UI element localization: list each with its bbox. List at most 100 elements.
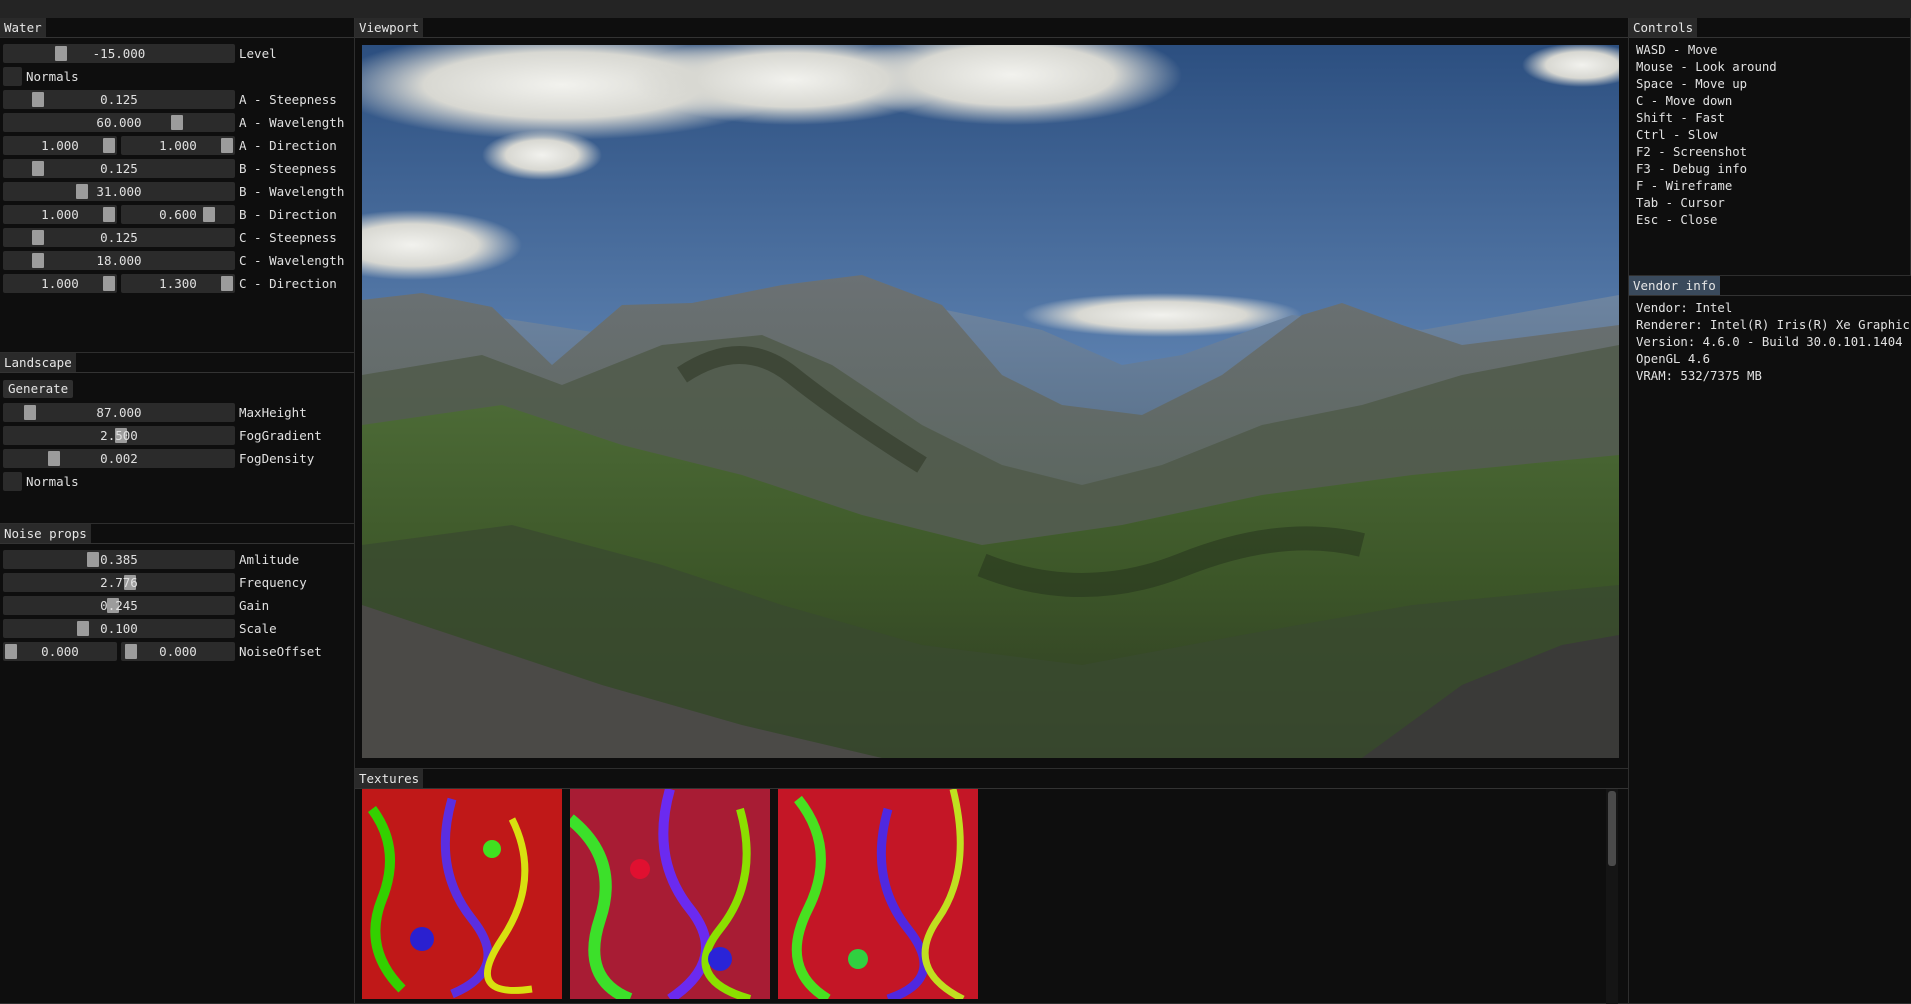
slider-grab[interactable]: [32, 253, 44, 268]
landscape-panel-title[interactable]: Landscape: [0, 353, 76, 372]
slider-value: 0.385: [100, 552, 138, 567]
slider-value: 2.776: [100, 575, 138, 590]
slider-value: 0.125: [100, 230, 138, 245]
vendor-line: Renderer: Intel(R) Iris(R) Xe Graphics: [1636, 318, 1911, 332]
max-height-slider[interactable]: 87.000: [3, 403, 235, 422]
slider-value: 1.000: [41, 276, 79, 291]
vendor-line: VRAM: 532/7375 MB: [1636, 369, 1762, 383]
slider-value: 60.000: [96, 115, 142, 130]
water-panel: Water -15.000 Level Normals 0.125 A - St…: [0, 18, 355, 353]
landscape-panel: Landscape Generate 87.000 MaxHeight 2.50…: [0, 353, 355, 524]
slider-value: 0.002: [100, 451, 138, 466]
b-wavelength-label: B - Wavelength: [239, 184, 345, 199]
c-steepness-slider[interactable]: 0.125: [3, 228, 235, 247]
gain-slider[interactable]: 0.245: [3, 596, 235, 615]
noise-panel-title[interactable]: Noise props: [0, 524, 91, 543]
slider-grab[interactable]: [32, 92, 44, 107]
fog-density-label: FogDensity: [239, 451, 315, 466]
a-wavelength-slider[interactable]: 60.000: [3, 113, 235, 132]
c-direction-label: C - Direction: [239, 276, 337, 291]
b-wavelength-slider[interactable]: 31.000: [3, 182, 235, 201]
a-direction-y-slider[interactable]: 1.000: [121, 136, 235, 155]
c-steepness-row: 0.125 C - Steepness: [3, 228, 353, 247]
water-normals-checkbox[interactable]: [3, 67, 22, 86]
slider-grab[interactable]: [103, 276, 115, 291]
slider-grab[interactable]: [221, 138, 233, 153]
vendor-line: OpenGL 4.6: [1636, 352, 1711, 366]
slider-grab[interactable]: [32, 230, 44, 245]
slider-value: 87.000: [96, 405, 142, 420]
terrain-render[interactable]: [362, 45, 1619, 758]
b-direction-row: 1.000 0.600 B - Direction: [3, 205, 353, 224]
slider-grab[interactable]: [77, 621, 89, 636]
scale-slider[interactable]: 0.100: [3, 619, 235, 638]
slider-grab[interactable]: [48, 451, 60, 466]
b-steepness-label: B - Steepness: [239, 161, 337, 176]
b-steepness-row: 0.125 B - Steepness: [3, 159, 353, 178]
controls-panel-title[interactable]: Controls: [1629, 18, 1698, 37]
fog-gradient-label: FogGradient: [239, 428, 322, 443]
b-direction-y-slider[interactable]: 0.600: [121, 205, 235, 224]
b-steepness-slider[interactable]: 0.125: [3, 159, 235, 178]
landscape-normals-label: Normals: [26, 474, 79, 489]
slider-grab[interactable]: [221, 276, 233, 291]
slider-grab[interactable]: [203, 207, 215, 222]
slider-value: 1.000: [41, 138, 79, 153]
c-wavelength-slider[interactable]: 18.000: [3, 251, 235, 270]
a-direction-x-slider[interactable]: 1.000: [3, 136, 117, 155]
vendor-info-panel-title[interactable]: Vendor info: [1629, 276, 1720, 295]
slider-grab[interactable]: [24, 405, 36, 420]
a-steepness-slider[interactable]: 0.125: [3, 90, 235, 109]
noise-offset-x-slider[interactable]: 0.000: [3, 642, 117, 661]
b-wavelength-row: 31.000 B - Wavelength: [3, 182, 353, 201]
slider-grab[interactable]: [32, 161, 44, 176]
fog-density-row: 0.002 FogDensity: [3, 449, 353, 468]
slider-grab[interactable]: [87, 552, 99, 567]
level-row: -15.000 Level: [3, 44, 353, 63]
control-line: Esc - Close: [1636, 213, 1718, 227]
control-line: Shift - Fast: [1636, 111, 1725, 125]
slider-grab[interactable]: [103, 138, 115, 153]
c-direction-x-slider[interactable]: 1.000: [3, 274, 117, 293]
slider-grab[interactable]: [103, 207, 115, 222]
fog-gradient-slider[interactable]: 2.500: [3, 426, 235, 445]
textures-scrollbar[interactable]: [1606, 789, 1618, 1004]
amplitude-label: Amlitude: [239, 552, 300, 567]
c-direction-y-slider[interactable]: 1.300: [121, 274, 235, 293]
control-line: F2 - Screenshot: [1636, 145, 1748, 159]
generate-button[interactable]: Generate: [3, 380, 74, 398]
slider-value: 2.500: [100, 428, 138, 443]
gain-row: 0.245 Gain: [3, 596, 353, 615]
viewport-panel-title[interactable]: Viewport: [355, 18, 424, 37]
slider-grab[interactable]: [125, 644, 137, 659]
noise-offset-y-slider[interactable]: 0.000: [121, 642, 235, 661]
scrollbar-thumb[interactable]: [1608, 791, 1616, 866]
scale-label: Scale: [239, 621, 277, 636]
textures-panel-title[interactable]: Textures: [355, 769, 424, 788]
b-direction-x-slider[interactable]: 1.000: [3, 205, 117, 224]
slider-value: 0.245: [100, 598, 138, 613]
landscape-normals-checkbox[interactable]: [3, 472, 22, 491]
c-direction-row: 1.000 1.300 C - Direction: [3, 274, 353, 293]
texture-thumbnail-2[interactable]: [570, 789, 770, 999]
slider-grab[interactable]: [5, 644, 17, 659]
texture-thumbnail-1[interactable]: [362, 789, 562, 999]
max-height-row: 87.000 MaxHeight: [3, 403, 353, 422]
viewport-panel: Viewport: [355, 18, 1629, 769]
slider-grab[interactable]: [171, 115, 183, 130]
amplitude-row: 0.385 Amlitude: [3, 550, 353, 569]
control-line: F3 - Debug info: [1636, 162, 1748, 176]
a-wavelength-row: 60.000 A - Wavelength: [3, 113, 353, 132]
texture-thumbnail-3[interactable]: [778, 789, 978, 999]
water-panel-title[interactable]: Water: [0, 18, 46, 37]
frequency-slider[interactable]: 2.776: [3, 573, 235, 592]
scale-row: 0.100 Scale: [3, 619, 353, 638]
slider-value: -15.000: [92, 46, 146, 61]
slider-value: 1.000: [41, 207, 79, 222]
amplitude-slider[interactable]: 0.385: [3, 550, 235, 569]
slider-grab[interactable]: [55, 46, 67, 61]
slider-grab[interactable]: [76, 184, 88, 199]
fog-density-slider[interactable]: 0.002: [3, 449, 235, 468]
slider-value: 0.125: [100, 92, 138, 107]
level-slider[interactable]: -15.000: [3, 44, 235, 63]
